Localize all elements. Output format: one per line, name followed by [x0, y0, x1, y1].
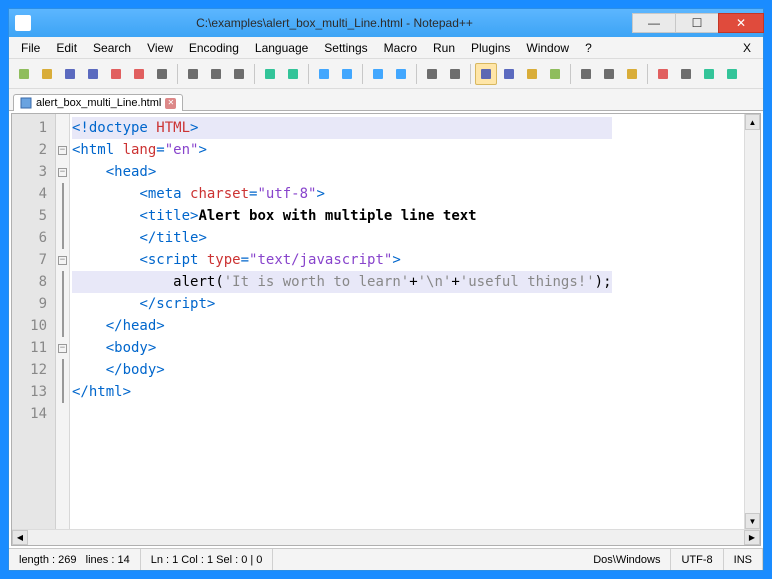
scroll-track-v[interactable]: [745, 130, 760, 513]
code-editor[interactable]: 1234567891011121314 − − − − <!doctype HTML>…: [12, 114, 744, 529]
record-icon[interactable]: [652, 63, 674, 85]
paste-icon[interactable]: [228, 63, 250, 85]
code-line[interactable]: alert('It is worth to learn'+'\n'+'usefu…: [72, 271, 612, 293]
sync-h-icon[interactable]: [444, 63, 466, 85]
code-line[interactable]: </body>: [72, 359, 612, 381]
code-line[interactable]: <head>: [72, 161, 612, 183]
code-line[interactable]: </script>: [72, 293, 612, 315]
app-window: C:\examples\alert_box_multi_Line.html - …: [8, 8, 764, 571]
fold-toggle[interactable]: −: [58, 146, 67, 155]
cut-icon[interactable]: [182, 63, 204, 85]
status-position: Ln : 1 Col : 1 Sel : 0 | 0: [141, 549, 274, 570]
menu-window[interactable]: Window: [518, 39, 577, 57]
menu-plugins[interactable]: Plugins: [463, 39, 518, 57]
code-area[interactable]: <!doctype HTML><html lang="en"> <head> <…: [70, 114, 612, 529]
replace-icon[interactable]: [336, 63, 358, 85]
code-line[interactable]: </title>: [72, 227, 612, 249]
tab-close-icon[interactable]: ✕: [165, 98, 176, 109]
code-line[interactable]: <body>: [72, 337, 612, 359]
titlebar: C:\examples\alert_box_multi_Line.html - …: [9, 9, 763, 37]
all-chars-icon[interactable]: [498, 63, 520, 85]
status-ins[interactable]: INS: [724, 549, 763, 570]
wrap-icon[interactable]: [475, 63, 497, 85]
doc-map-icon[interactable]: [575, 63, 597, 85]
play-multi-icon[interactable]: [721, 63, 743, 85]
menu-bar: FileEditSearchViewEncodingLanguageSettin…: [9, 37, 763, 59]
stop-icon[interactable]: [675, 63, 697, 85]
print-icon[interactable]: [151, 63, 173, 85]
close-all-icon[interactable]: [128, 63, 150, 85]
play-icon[interactable]: [698, 63, 720, 85]
menu-search[interactable]: Search: [85, 39, 139, 57]
menu-close-x[interactable]: X: [735, 39, 759, 57]
line-number-gutter: 1234567891011121314: [12, 114, 56, 529]
new-file-icon[interactable]: [13, 63, 35, 85]
scroll-left-icon[interactable]: ◀: [12, 530, 28, 545]
undo-icon[interactable]: [259, 63, 281, 85]
menu-edit[interactable]: Edit: [48, 39, 85, 57]
code-line[interactable]: [72, 403, 612, 425]
code-line[interactable]: <html lang="en">: [72, 139, 612, 161]
zoom-out-icon[interactable]: [390, 63, 412, 85]
scroll-right-icon[interactable]: ▶: [744, 530, 760, 545]
html-file-icon: [20, 97, 32, 109]
fold-toggle[interactable]: −: [58, 256, 67, 265]
status-eol[interactable]: Dos\Windows: [583, 549, 671, 570]
menu-file[interactable]: File: [13, 39, 48, 57]
fold-toggle[interactable]: −: [58, 168, 67, 177]
fold-gutter: − − − −: [56, 114, 70, 529]
func-list-icon[interactable]: [598, 63, 620, 85]
menu-run[interactable]: Run: [425, 39, 463, 57]
indent-guide-icon[interactable]: [521, 63, 543, 85]
toolbar: [9, 59, 763, 89]
menu-language[interactable]: Language: [247, 39, 316, 57]
open-icon[interactable]: [36, 63, 58, 85]
scroll-track-h[interactable]: [28, 530, 744, 545]
status-length: length : 269 lines : 14: [9, 549, 141, 570]
menu-settings[interactable]: Settings: [316, 39, 375, 57]
code-line[interactable]: <!doctype HTML>: [72, 117, 612, 139]
app-icon: [15, 15, 31, 31]
status-encoding[interactable]: UTF-8: [671, 549, 723, 570]
tab-label: alert_box_multi_Line.html: [36, 97, 161, 109]
save-all-icon[interactable]: [82, 63, 104, 85]
zoom-in-icon[interactable]: [367, 63, 389, 85]
save-icon[interactable]: [59, 63, 81, 85]
file-tab[interactable]: alert_box_multi_Line.html ✕: [13, 94, 183, 111]
minimize-button[interactable]: —: [632, 13, 676, 33]
code-line[interactable]: </head>: [72, 315, 612, 337]
code-line[interactable]: </html>: [72, 381, 612, 403]
menu-view[interactable]: View: [139, 39, 181, 57]
folder-icon[interactable]: [621, 63, 643, 85]
scroll-up-icon[interactable]: ▲: [745, 114, 760, 130]
scroll-down-icon[interactable]: ▼: [745, 513, 760, 529]
find-icon[interactable]: [313, 63, 335, 85]
close-button[interactable]: ✕: [718, 13, 764, 33]
code-line[interactable]: <meta charset="utf-8">: [72, 183, 612, 205]
copy-icon[interactable]: [205, 63, 227, 85]
horizontal-scrollbar[interactable]: ◀ ▶: [12, 529, 760, 545]
code-line[interactable]: <script type="text/javascript">: [72, 249, 612, 271]
code-line[interactable]: <title>Alert box with multiple line text: [72, 205, 612, 227]
menu-encoding[interactable]: Encoding: [181, 39, 247, 57]
menu-help[interactable]: ?: [577, 39, 600, 57]
vertical-scrollbar[interactable]: ▲ ▼: [744, 114, 760, 529]
lang-icon[interactable]: [544, 63, 566, 85]
status-bar: length : 269 lines : 14 Ln : 1 Col : 1 S…: [9, 548, 763, 570]
menu-macro[interactable]: Macro: [376, 39, 425, 57]
redo-icon[interactable]: [282, 63, 304, 85]
sync-v-icon[interactable]: [421, 63, 443, 85]
close-icon[interactable]: [105, 63, 127, 85]
window-title: C:\examples\alert_box_multi_Line.html - …: [37, 16, 632, 30]
tab-bar: alert_box_multi_Line.html ✕: [9, 89, 763, 111]
maximize-button[interactable]: ☐: [675, 13, 719, 33]
fold-toggle[interactable]: −: [58, 344, 67, 353]
